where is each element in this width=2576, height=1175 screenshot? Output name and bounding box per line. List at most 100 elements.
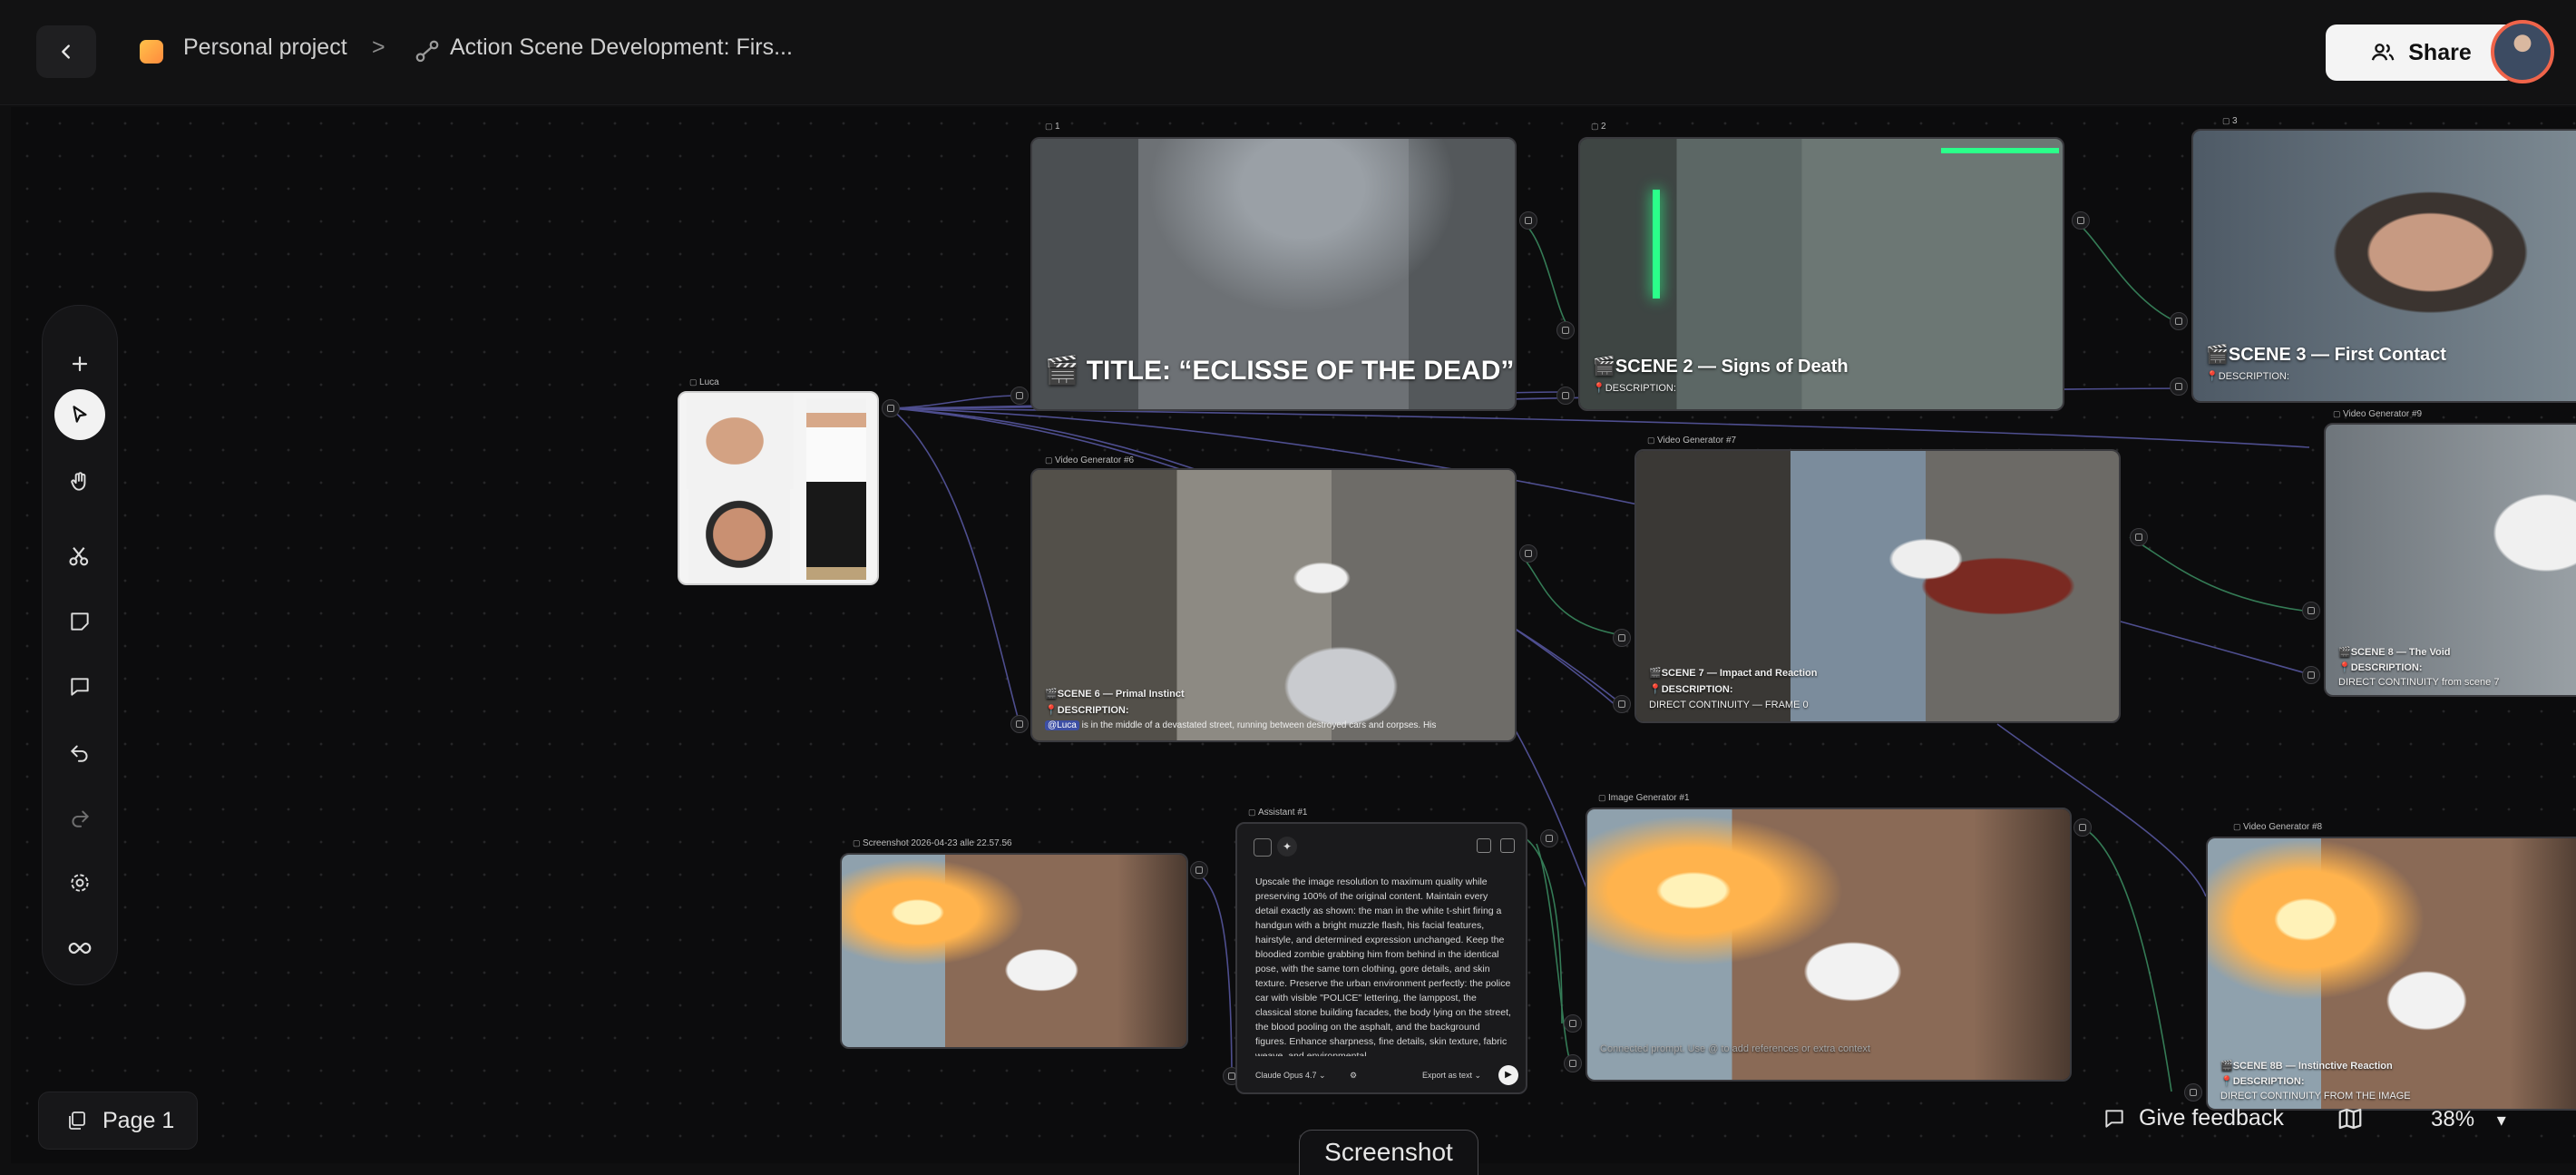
- video-node-3[interactable]: 🎬SCENE 3 — First Contact 📍DESCRIPTION:: [2191, 129, 2576, 403]
- full-body-image: [806, 398, 866, 580]
- port-imagegen-in-a[interactable]: [1564, 1014, 1582, 1033]
- luca-tag[interactable]: @Luca: [1045, 720, 1079, 730]
- infinity-icon: [68, 942, 92, 955]
- redo-icon: [72, 810, 90, 827]
- character-reference-node[interactable]: [678, 391, 879, 585]
- redo-button[interactable]: [54, 792, 105, 843]
- video-8-desc: 📍DESCRIPTION:: [2220, 1076, 2305, 1087]
- port-gen7-out[interactable]: [2130, 528, 2148, 546]
- screenshot-node[interactable]: [840, 853, 1188, 1049]
- face-front-image: [688, 487, 790, 583]
- video-7-title: 🎬SCENE 7 — Impact and Reaction: [1649, 668, 1818, 679]
- cut-tool[interactable]: [54, 531, 105, 582]
- top-bar: Personal project > Action Scene Developm…: [0, 0, 2576, 105]
- users-icon: [2372, 44, 2395, 61]
- video-node-1[interactable]: 🎬 TITLE: “ECLISSE OF THE DEAD”: [1030, 137, 1517, 411]
- port-imagegen-in-b[interactable]: [1564, 1054, 1582, 1072]
- port-gen7-in-b[interactable]: [1613, 695, 1631, 713]
- port-video2-in-b[interactable]: [1556, 387, 1575, 405]
- video-node-2[interactable]: 🎬SCENE 2 — Signs of Death 📍DESCRIPTION:: [1578, 137, 2064, 411]
- back-button[interactable]: [36, 25, 96, 78]
- node-label-gen-7: Video Generator #7: [1647, 436, 1736, 446]
- screenshot-thumbnail: [842, 855, 1186, 1047]
- port-gen6-out[interactable]: [1519, 544, 1537, 563]
- undo-button[interactable]: [54, 727, 105, 778]
- feedback-icon: [2105, 1109, 2123, 1128]
- undo-icon: [70, 745, 88, 762]
- assistant-node[interactable]: ✦ Upscale the image resolution to maximu…: [1235, 822, 1527, 1094]
- video-2-desc: 📍DESCRIPTION:: [1593, 383, 1676, 394]
- image-gen-thumbnail: [1587, 809, 2070, 1080]
- map-button[interactable]: [2337, 1105, 2364, 1137]
- video-7-text: DIRECT CONTINUITY — FRAME 0: [1649, 700, 1809, 710]
- port-luca-out[interactable]: [882, 399, 900, 417]
- port-gen9-in-b[interactable]: [2302, 666, 2320, 684]
- sticky-note-tool[interactable]: [54, 596, 105, 647]
- port-video2-in-a[interactable]: [1556, 321, 1575, 339]
- breadcrumb-separator-icon: >: [372, 34, 385, 60]
- add-button[interactable]: [54, 338, 105, 389]
- zoom-selector[interactable]: 38% ▾: [2431, 1107, 2506, 1132]
- assistant-prompt-text[interactable]: Upscale the image resolution to maximum …: [1255, 875, 1511, 1056]
- page-label: Page 1: [102, 1107, 175, 1133]
- give-feedback-button[interactable]: Give feedback: [2103, 1105, 2284, 1131]
- infinity-button[interactable]: [54, 923, 105, 974]
- port-screenshot-out[interactable]: [1190, 861, 1208, 879]
- expand-icon[interactable]: [1500, 838, 1515, 853]
- workflow-icon: [415, 40, 439, 63]
- image-generator-1[interactable]: Connected prompt. Use @ to add reference…: [1586, 808, 2072, 1082]
- video-1-title: 🎬 TITLE: “ECLISSE OF THE DEAD”: [1045, 356, 1515, 386]
- export-selector[interactable]: Export as text ⌄: [1422, 1071, 1481, 1081]
- port-video3-in-a[interactable]: [2170, 312, 2188, 330]
- pointer-icon: [73, 406, 87, 423]
- breadcrumb-scene-title[interactable]: Action Scene Development: Firs...: [450, 34, 793, 61]
- share-button[interactable]: Share: [2326, 24, 2516, 81]
- pan-tool[interactable]: [54, 456, 105, 507]
- page-selector[interactable]: Page 1: [38, 1092, 198, 1150]
- run-button[interactable]: ▶: [1498, 1065, 1518, 1085]
- screenshot-tab[interactable]: Screenshot: [1299, 1130, 1478, 1175]
- video-9-desc: 📍DESCRIPTION:: [2338, 662, 2423, 673]
- comment-tool[interactable]: [54, 661, 105, 712]
- node-label-luca: Luca: [689, 377, 719, 387]
- video-9-title: 🎬SCENE 8 — The Void: [2338, 647, 2451, 658]
- node-label-gen-6: Video Generator #6: [1045, 455, 1134, 465]
- port-video2-out[interactable]: [2072, 211, 2090, 230]
- port-video1-in[interactable]: [1010, 387, 1029, 405]
- map-icon: [2338, 1108, 2362, 1130]
- image-gen-prompt[interactable]: Connected prompt. Use @ to add reference…: [1600, 1043, 1870, 1054]
- select-tool[interactable]: [54, 389, 105, 440]
- sidebar-toggle-icon[interactable]: [1254, 838, 1272, 857]
- settings-button[interactable]: [54, 857, 105, 908]
- user-avatar[interactable]: [2491, 20, 2554, 83]
- settings-icon: [71, 874, 89, 892]
- chevron-left-icon: [62, 44, 70, 59]
- port-assistant-out[interactable]: [1540, 829, 1558, 847]
- zoom-value: 38%: [2431, 1107, 2475, 1131]
- project-icon: [140, 40, 163, 64]
- model-selector[interactable]: Claude Opus 4.7 ⌄: [1255, 1071, 1326, 1081]
- feedback-label: Give feedback: [2139, 1105, 2284, 1131]
- video-generator-9[interactable]: 🎬SCENE 8 — The Void 📍DESCRIPTION: DIRECT…: [2324, 423, 2576, 697]
- chevron-down-icon: ▾: [2496, 1111, 2506, 1131]
- left-toolbar: [42, 305, 118, 985]
- video-7-thumbnail: [1636, 451, 2119, 721]
- port-gen6-in[interactable]: [1010, 715, 1029, 733]
- copy-icon[interactable]: [1477, 838, 1491, 853]
- video-generator-7[interactable]: 🎬SCENE 7 — Impact and Reaction 📍DESCRIPT…: [1634, 449, 2121, 723]
- sparkle-icon[interactable]: ✦: [1277, 837, 1297, 857]
- port-gen8-in[interactable]: [2184, 1083, 2202, 1102]
- node-label-video-3: 3: [2222, 116, 2238, 126]
- settings-small-icon[interactable]: ⚙: [1350, 1071, 1357, 1081]
- video-generator-6[interactable]: 🎬SCENE 6 — Primal Instinct 📍DESCRIPTION:…: [1030, 468, 1517, 742]
- port-video1-out[interactable]: [1519, 211, 1537, 230]
- port-video3-in-b[interactable]: [2170, 377, 2188, 396]
- breadcrumb-project[interactable]: Personal project: [183, 34, 347, 61]
- port-gen9-in-a[interactable]: [2302, 602, 2320, 620]
- node-label-video-1: 1: [1045, 122, 1060, 132]
- video-generator-8[interactable]: 🎬SCENE 8B — Instinctive Reaction 📍DESCRI…: [2206, 837, 2576, 1111]
- port-imagegen-out[interactable]: [2073, 818, 2092, 837]
- comment-icon: [71, 678, 89, 696]
- video-6-text: is in the middle of a devastated street,…: [1081, 720, 1437, 730]
- port-gen7-in-a[interactable]: [1613, 629, 1631, 647]
